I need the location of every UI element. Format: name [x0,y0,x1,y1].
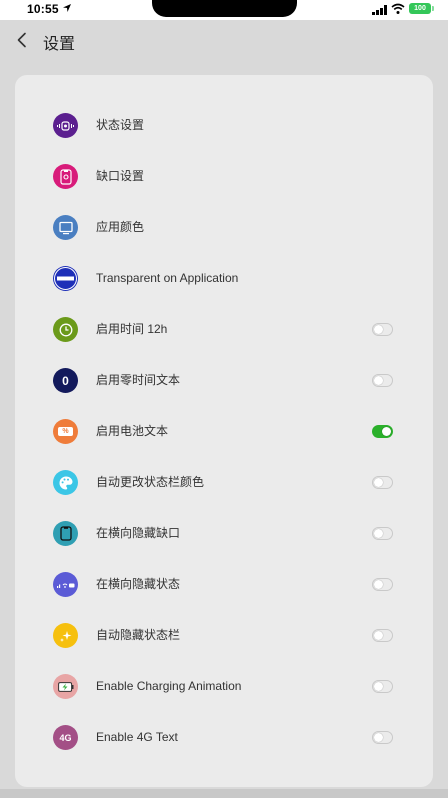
sparkle-icon [53,623,78,648]
battery-tip [432,6,434,11]
setting-label: 启用电池文本 [96,424,169,438]
toggle-switch[interactable] [372,629,393,642]
transparent-icon [53,266,78,291]
setting-row-charging-animation[interactable]: Enable Charging Animation [15,661,433,712]
toggle-switch[interactable] [372,680,393,693]
toggle-knob [382,427,391,436]
status-bar-icon [53,572,78,597]
setting-label: 在横向隐藏缺口 [96,526,181,540]
back-button[interactable] [10,28,34,52]
setting-row-time-12h[interactable]: 启用时间 12h [15,304,433,355]
setting-label: Enable Charging Animation [96,679,242,693]
status-time: 10:55 [27,2,59,16]
setting-label: Enable 4G Text [96,730,178,744]
setting-label: Transparent on Application [96,271,239,285]
battery-indicator: 100 [409,3,431,14]
charging-icon [53,674,78,699]
wifi-icon [391,3,405,14]
percent-glyph: % [62,428,69,435]
setting-label: 状态设置 [96,118,145,132]
toggle-knob [374,733,383,742]
setting-label: 缺口设置 [96,169,145,183]
page-title: 设置 [43,36,76,53]
setting-label: 启用零时间文本 [96,373,181,387]
setting-label: 在横向隐藏状态 [96,577,181,591]
phone-notch-icon [53,521,78,546]
zero-icon: 0 [53,368,78,393]
zero-glyph: 0 [62,373,69,388]
toggle-knob [374,478,383,487]
setting-row-hide-status-landscape[interactable]: 在横向隐藏状态 [15,559,433,610]
app-header: 设置 [0,20,448,60]
status-settings-icon [53,113,78,138]
setting-row-hide-notch-landscape[interactable]: 在横向隐藏缺口 [15,508,433,559]
setting-label: 自动更改状态栏颜色 [96,475,205,489]
setting-row-notch-settings[interactable]: 缺口设置 [15,151,433,202]
bottom-edge [0,789,448,798]
toggle-knob [374,682,383,691]
chevron-left-icon [17,32,26,48]
notch-settings-icon [53,164,78,189]
toggle-knob [374,631,383,640]
toggle-switch[interactable] [372,323,393,336]
toggle-knob [374,325,383,334]
setting-label: 自动隐藏状态栏 [96,628,181,642]
location-arrow-icon [63,4,71,12]
setting-row-auto-status-color[interactable]: 自动更改状态栏颜色 [15,457,433,508]
status-bar: 10:55 100 [0,0,448,20]
setting-label: 应用颜色 [96,220,145,234]
4g-glyph: 4G [59,732,72,743]
toggle-switch[interactable] [372,425,393,438]
signal-icon [372,5,387,15]
4g-icon: 4G [53,725,78,750]
setting-row-4g-text[interactable]: 4G Enable 4G Text [15,712,433,763]
toggle-switch[interactable] [372,527,393,540]
device-notch [152,0,297,17]
setting-row-app-color[interactable]: 应用颜色 [15,202,433,253]
setting-row-battery-text[interactable]: % 启用电池文本 [15,406,433,457]
setting-label: 启用时间 12h [96,322,168,336]
toggle-switch[interactable] [372,578,393,591]
setting-row-zero-time[interactable]: 0 启用零时间文本 [15,355,433,406]
toggle-switch[interactable] [372,374,393,387]
battery-percent-icon: % [53,419,78,444]
setting-row-status-settings[interactable]: 状态设置 [15,100,433,151]
toggle-switch[interactable] [372,476,393,489]
setting-row-auto-hide-status[interactable]: 自动隐藏状态栏 [15,610,433,661]
clock-icon [53,317,78,342]
settings-card: 状态设置 缺口设置 应用颜色 Transparent on Applicatio… [15,75,433,787]
setting-row-transparent[interactable]: Transparent on Application [15,253,433,304]
toggle-switch[interactable] [372,731,393,744]
app-color-icon [53,215,78,240]
toggle-knob [374,376,383,385]
toggle-knob [374,580,383,589]
palette-icon [53,470,78,495]
toggle-knob [374,529,383,538]
